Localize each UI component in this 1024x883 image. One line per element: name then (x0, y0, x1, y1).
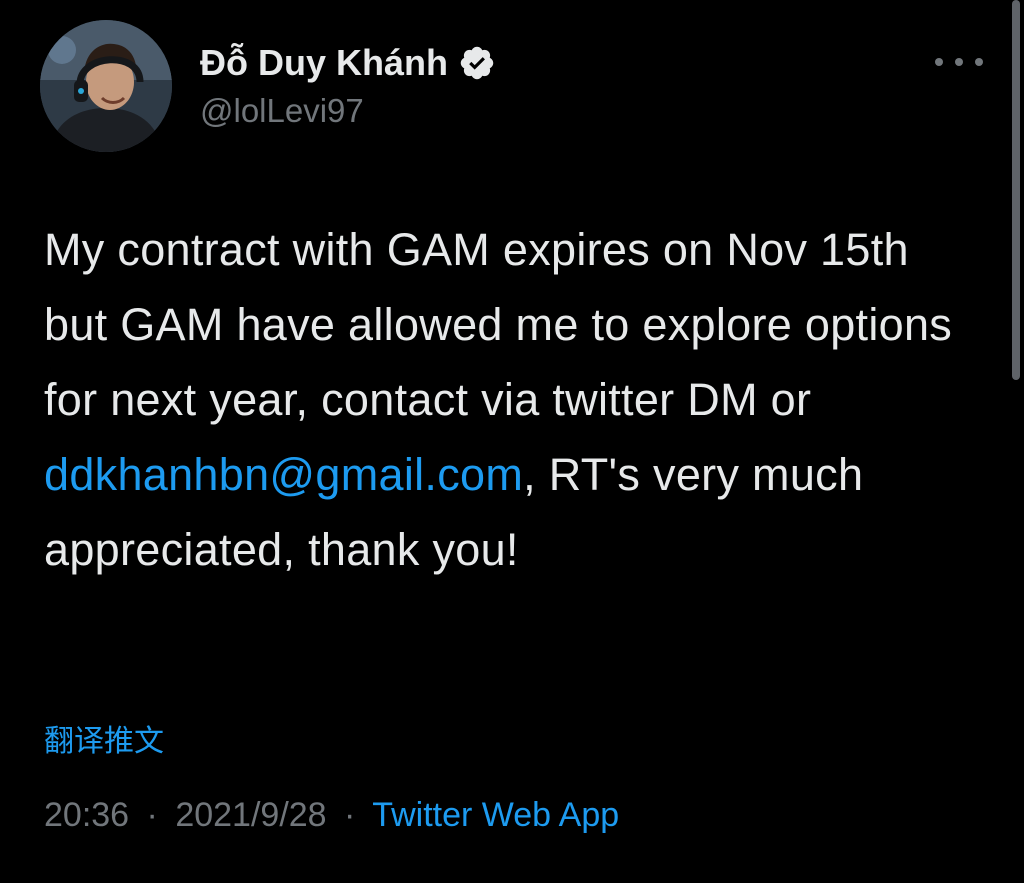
verified-badge-icon (458, 44, 496, 82)
avatar[interactable] (40, 20, 172, 152)
avatar-image (40, 20, 172, 152)
translate-tweet-link[interactable]: 翻译推文 (44, 716, 164, 760)
user-handle[interactable]: @lolLevi97 (200, 92, 364, 130)
tweet-source-link[interactable]: Twitter Web App (372, 796, 619, 834)
scrollbar[interactable] (1012, 0, 1020, 380)
email-link[interactable]: ddkhanhbn@gmail.com (44, 449, 523, 500)
dot (975, 58, 983, 66)
tweet-text-part: My contract with GAM expires on Nov 15th… (44, 224, 953, 425)
tweet-time[interactable]: 20:36 (44, 796, 129, 834)
dot (935, 58, 943, 66)
meta-separator: · (146, 796, 158, 834)
dot (955, 58, 963, 66)
display-name[interactable]: Đỗ Duy Khánh (200, 42, 496, 84)
tweet-text: My contract with GAM expires on Nov 15th… (44, 212, 984, 587)
tweet-date[interactable]: 2021/9/28 (175, 796, 326, 834)
meta-separator: · (344, 796, 356, 834)
more-options-icon[interactable] (935, 46, 983, 78)
tweet-card: Đỗ Duy Khánh @lolLevi97 My contract with… (0, 0, 1024, 883)
tweet-meta: 20:36 · 2021/9/28 · Twitter Web App (44, 796, 619, 835)
display-name-text: Đỗ Duy Khánh (200, 42, 448, 83)
